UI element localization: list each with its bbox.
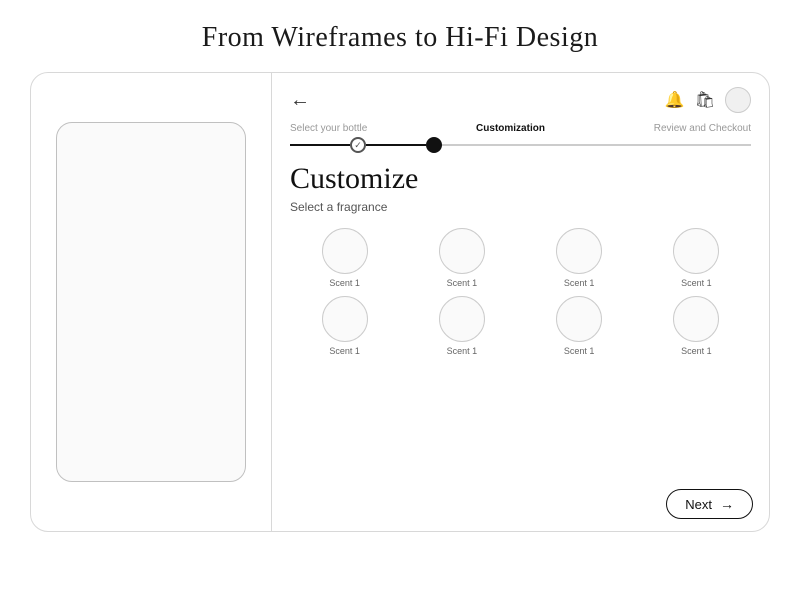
progress-line-active <box>366 144 426 146</box>
scent-circle-2[interactable] <box>439 228 485 274</box>
scent-label-8: Scent 1 <box>681 346 712 356</box>
scent-label-6: Scent 1 <box>447 346 478 356</box>
list-item: Scent 1 <box>525 228 634 288</box>
scent-circle-6[interactable] <box>439 296 485 342</box>
scent-circle-7[interactable] <box>556 296 602 342</box>
bottom-bar: Next → <box>272 481 769 531</box>
scent-circle-8[interactable] <box>673 296 719 342</box>
scent-circle-5[interactable] <box>322 296 368 342</box>
customize-subtitle: Select a fragrance <box>290 200 751 214</box>
scent-label-5: Scent 1 <box>329 346 360 356</box>
progress-line-todo <box>442 144 751 146</box>
top-bar: ← 🔔 🛍 <box>272 73 769 113</box>
page-title: From Wireframes to Hi-Fi Design <box>202 22 598 54</box>
list-item: Scent 1 <box>407 228 516 288</box>
list-item: Scent 1 <box>290 296 399 356</box>
progress-track: ✓ <box>290 138 751 152</box>
bag-icon[interactable]: 🛍 <box>695 90 715 110</box>
scent-label-1: Scent 1 <box>329 278 360 288</box>
scent-circle-1[interactable] <box>322 228 368 274</box>
step3-label: Review and Checkout <box>654 123 751 134</box>
scent-label-3: Scent 1 <box>564 278 595 288</box>
bell-icon[interactable]: 🔔 <box>665 90 685 110</box>
list-item: Scent 1 <box>407 296 516 356</box>
step2-label: Customization <box>476 123 545 134</box>
step2-dot <box>426 137 442 153</box>
scent-label-7: Scent 1 <box>564 346 595 356</box>
next-arrow-icon: → <box>720 496 734 512</box>
list-item: Scent 1 <box>525 296 634 356</box>
scent-label-4: Scent 1 <box>681 278 712 288</box>
scent-circle-4[interactable] <box>673 228 719 274</box>
right-panel-hifi: ← 🔔 🛍 Select your bottle Customization R… <box>272 73 769 531</box>
scent-label-2: Scent 1 <box>447 278 478 288</box>
list-item: Scent 1 <box>642 296 751 356</box>
tablet-wireframe <box>56 122 246 482</box>
top-bar-icons: 🔔 🛍 <box>665 87 751 113</box>
scent-grid: Scent 1 Scent 1 Scent 1 Scent 1 Scent 1 <box>290 228 751 356</box>
customize-title: Customize <box>290 162 751 196</box>
progress-area: Select your bottle Customization Review … <box>272 113 769 152</box>
next-button-label: Next <box>685 497 712 512</box>
avatar[interactable] <box>725 87 751 113</box>
progress-line-done <box>290 144 350 146</box>
main-card: ← 🔔 🛍 Select your bottle Customization R… <box>30 72 770 532</box>
scent-circle-3[interactable] <box>556 228 602 274</box>
back-button[interactable]: ← <box>290 89 309 112</box>
list-item: Scent 1 <box>290 228 399 288</box>
progress-labels: Select your bottle Customization Review … <box>290 123 751 134</box>
step1-label: Select your bottle <box>290 123 367 134</box>
content-area: Customize Select a fragrance Scent 1 Sce… <box>272 152 769 481</box>
left-panel-wireframe <box>31 73 271 531</box>
step1-dot: ✓ <box>350 137 366 153</box>
next-button[interactable]: Next → <box>666 489 753 519</box>
list-item: Scent 1 <box>642 228 751 288</box>
